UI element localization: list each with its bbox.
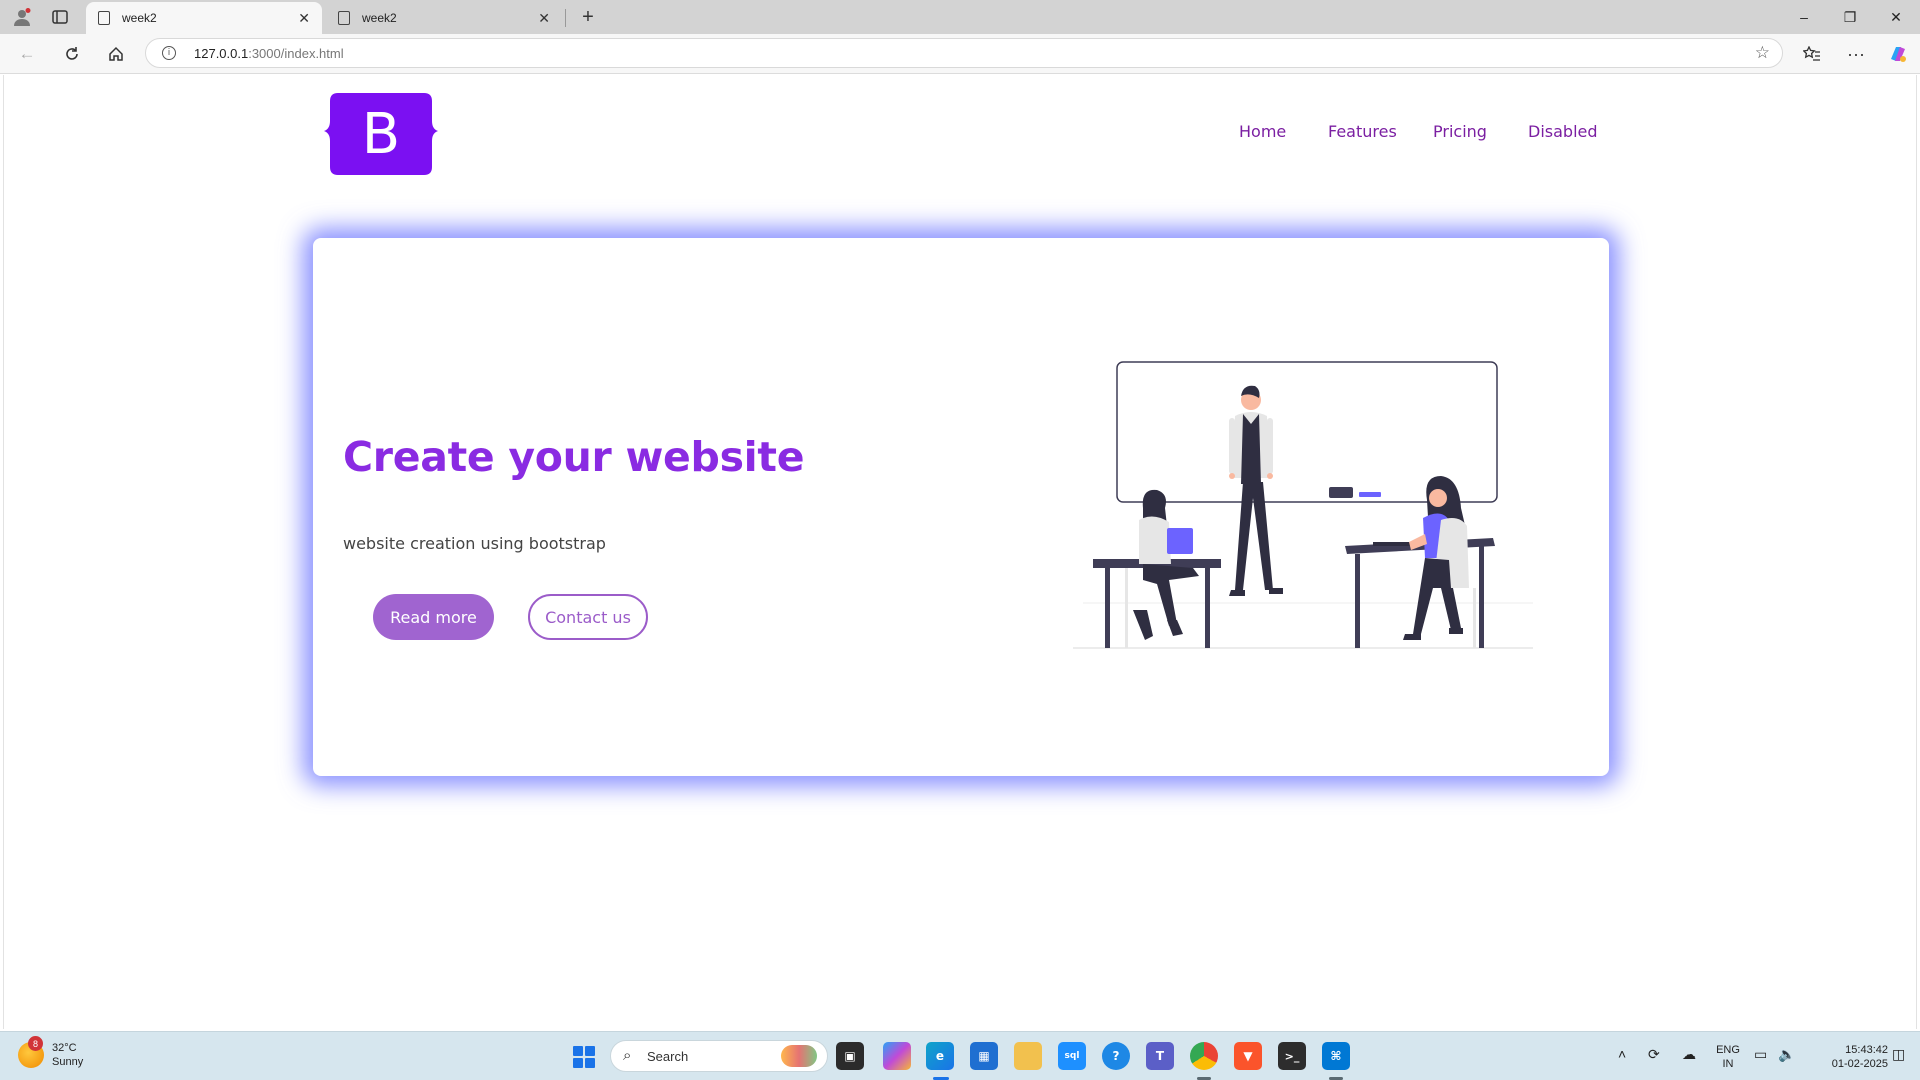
nav-features[interactable]: Features <box>1328 122 1397 141</box>
back-arrow-icon[interactable]: ← <box>13 40 41 68</box>
hero-card: Create your website website creation usi… <box>313 238 1609 776</box>
nav-pricing[interactable]: Pricing <box>1433 122 1487 141</box>
search-icon: ⌕ <box>623 1047 632 1064</box>
close-tab-icon[interactable]: ✕ <box>298 10 310 27</box>
windows-start-icon[interactable] <box>573 1046 595 1068</box>
contact-us-button[interactable]: Contact us <box>528 594 648 640</box>
logo-letter: B <box>362 102 400 167</box>
clock-time: 15:43:42 <box>1845 1044 1888 1056</box>
favorite-star-icon[interactable]: ☆ <box>1755 43 1770 63</box>
search-highlight-icon <box>781 1045 817 1067</box>
read-more-button[interactable]: Read more <box>373 594 494 640</box>
onedrive-icon[interactable]: ☁ <box>1682 1046 1696 1063</box>
clock-date: 01-02-2025 <box>1831 1058 1888 1070</box>
hero-subtitle: website creation using bootstrap <box>343 534 606 553</box>
language-code: ENG <box>1716 1044 1740 1056</box>
tab-actions-icon[interactable] <box>48 6 72 28</box>
close-tab-icon[interactable]: ✕ <box>538 10 550 27</box>
home-icon[interactable] <box>102 40 130 68</box>
url-host: 127.0.0.1 <box>194 46 249 61</box>
profile-icon[interactable] <box>10 6 34 28</box>
windows-taskbar: 8 32°C Sunny ⌕ Search ▣ e ▦ sql ? T ▼ >_… <box>0 1031 1920 1080</box>
weather-widget[interactable]: 8 32°C Sunny <box>18 1036 84 1069</box>
teams-icon[interactable]: T <box>1146 1042 1174 1070</box>
tab-week2[interactable]: week2 ✕ <box>326 2 562 34</box>
weather-temp: 32°C <box>52 1042 77 1054</box>
url-text[interactable]: 127.0.0.1:3000/index.html <box>194 46 344 61</box>
bootstrap-logo[interactable]: B <box>324 87 438 175</box>
store-icon[interactable]: ▦ <box>970 1042 998 1070</box>
restore-button[interactable]: ❐ <box>1830 4 1870 30</box>
nav-disabled[interactable]: Disabled <box>1528 122 1598 141</box>
address-bar[interactable]: i 127.0.0.1:3000/index.html ☆ <box>145 38 1783 68</box>
page-icon <box>338 11 350 25</box>
search-label: Search <box>647 1049 689 1064</box>
weather-condition: Sunny <box>52 1056 84 1068</box>
file-explorer-icon[interactable] <box>1014 1042 1042 1070</box>
more-options-icon[interactable]: ··· <box>1842 40 1870 68</box>
minimize-button[interactable]: – <box>1784 4 1824 30</box>
language-indicator[interactable]: ENG IN <box>1715 1043 1741 1071</box>
clock[interactable]: 15:43:42 01-02-2025 <box>1808 1043 1888 1071</box>
tab-title: week2 <box>122 11 157 25</box>
brave-icon[interactable]: ▼ <box>1234 1042 1262 1070</box>
region-code: IN <box>1722 1058 1734 1070</box>
browser-tab-bar: week2 ✕ week2 ✕ + – ❐ ✕ <box>0 0 1920 34</box>
reload-icon[interactable] <box>58 40 86 68</box>
browser-toolbar: ← i 127.0.0.1:3000/index.html ☆ ··· <box>0 34 1920 74</box>
copilot-app-icon[interactable] <box>883 1042 911 1070</box>
favorites-icon[interactable] <box>1798 40 1826 68</box>
team-meeting-illustration <box>1073 361 1533 649</box>
hero-title: Create your website <box>343 433 805 481</box>
mysql-workbench-icon[interactable]: sql <box>1058 1042 1086 1070</box>
sun-icon: 8 <box>18 1036 44 1068</box>
site-info-icon[interactable]: i <box>162 46 176 60</box>
close-window-button[interactable]: ✕ <box>1876 4 1916 30</box>
help-icon[interactable]: ? <box>1102 1042 1130 1070</box>
volume-muted-icon[interactable]: 🔈 <box>1778 1046 1795 1063</box>
taskbar-search[interactable]: ⌕ Search <box>610 1040 828 1072</box>
terminal-icon[interactable]: >_ <box>1278 1042 1306 1070</box>
tab-title: week2 <box>362 11 397 25</box>
sync-icon[interactable]: ⟳ <box>1648 1046 1660 1063</box>
notification-badge: 8 <box>28 1036 43 1051</box>
chevron-up-icon[interactable]: ˄ <box>1618 1046 1626 1062</box>
task-view-icon[interactable]: ▣ <box>836 1042 864 1070</box>
tab-divider <box>565 9 566 27</box>
tab-week2-active[interactable]: week2 ✕ <box>86 2 322 34</box>
vscode-icon[interactable]: ⌘ <box>1322 1042 1350 1070</box>
new-tab-button[interactable]: + <box>576 6 600 28</box>
network-icon[interactable]: ▭ <box>1754 1046 1767 1063</box>
url-path: :3000/index.html <box>248 46 344 61</box>
page-viewport: B Home Features Pricing Disabled Create … <box>3 75 1917 1029</box>
chrome-icon[interactable] <box>1190 1042 1218 1070</box>
notifications-icon[interactable]: ◫ <box>1892 1046 1905 1063</box>
page-icon <box>98 11 110 25</box>
edge-icon[interactable]: e <box>926 1042 954 1070</box>
nav-home[interactable]: Home <box>1239 122 1286 141</box>
copilot-icon[interactable] <box>1884 40 1912 68</box>
